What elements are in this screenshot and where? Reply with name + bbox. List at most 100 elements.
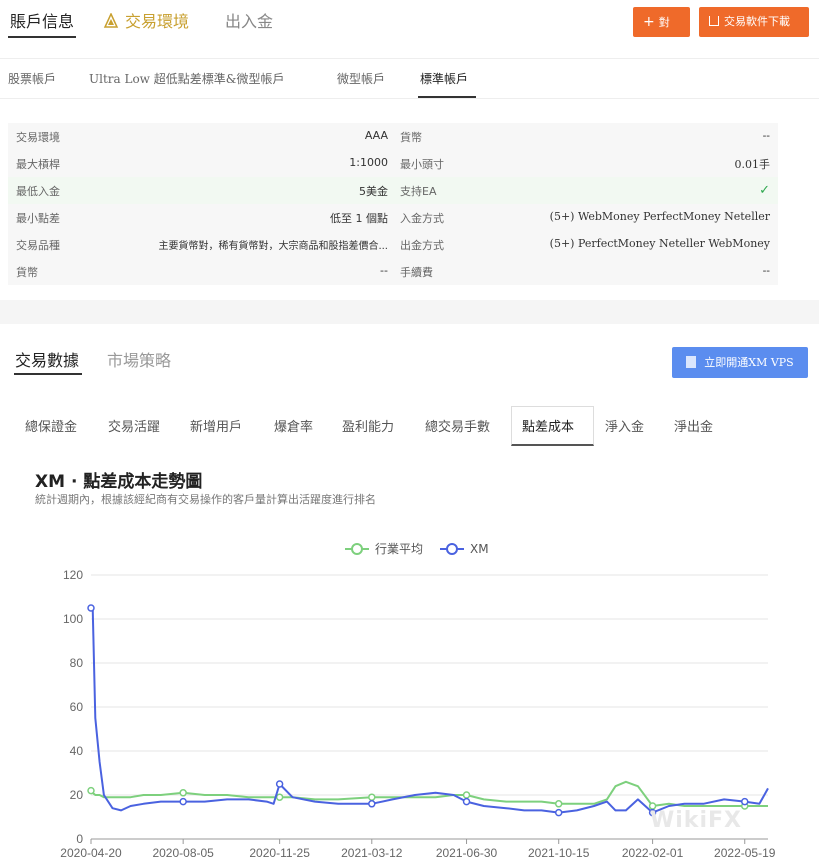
legend-marker bbox=[446, 543, 458, 555]
y-tick-label: 120 bbox=[63, 568, 83, 582]
chart-subtitle: 統計週期內，根據該經紀商有交易操作的客戶量計算出活躍度進行排名 bbox=[35, 493, 376, 506]
tab-stock-account[interactable]: 股票帳戶 bbox=[8, 70, 56, 87]
x-tick-label: 2022-02-01 bbox=[622, 846, 684, 860]
tab-micro-account[interactable]: 微型帳戶 bbox=[337, 70, 385, 87]
data-point bbox=[179, 797, 187, 806]
x-axis: 2020-04-20 2020-08-05 2020-11-25 2021-03-12… bbox=[60, 839, 776, 860]
info-label: 貨幣 bbox=[400, 131, 422, 144]
tab-account-info[interactable]: 賬戶信息 bbox=[10, 8, 74, 32]
data-point bbox=[87, 786, 95, 795]
info-label: 最低入金 bbox=[16, 185, 60, 198]
info-label: 最小頭寸 bbox=[400, 158, 444, 171]
info-value: -- bbox=[380, 264, 388, 277]
info-value: 主要貨幣對，稀有貨幣對，大宗商品和股指差價合... bbox=[158, 241, 388, 252]
info-value: 5美金 bbox=[359, 185, 388, 198]
tab-spread-cost[interactable]: 點差成本 bbox=[522, 416, 574, 435]
account-type-tabs: 股票帳戶 Ultra Low 超低點差標準&微型帳戶 微型帳戶 標準帳戶 bbox=[0, 60, 819, 98]
info-row: 交易品種 主要貨幣對，稀有貨幣對，大宗商品和股指差價合... 出金方式 (5+)… bbox=[8, 231, 778, 258]
vps-button-label: 立即開通XM VPS bbox=[704, 356, 794, 369]
info-row: 最小點差 低至 1 個點 入金方式 (5+) WebMoney PerfectM… bbox=[8, 204, 778, 231]
data-point bbox=[554, 808, 563, 817]
data-point bbox=[740, 797, 749, 806]
watermark-logo: WikiFX bbox=[650, 808, 742, 833]
compare-button[interactable]: + 對比 bbox=[633, 7, 690, 59]
tab-net-withdrawal[interactable]: 淨出金 bbox=[674, 416, 713, 435]
tab-trading-activity[interactable]: 交易活躍 bbox=[108, 416, 160, 435]
server-icon bbox=[686, 356, 697, 368]
environment-icon bbox=[103, 13, 119, 28]
chart-title: XM · 點差成本走勢圖 bbox=[35, 472, 203, 492]
info-label: 最大槓桿 bbox=[16, 158, 60, 171]
x-tick-label: 2022-05-19 bbox=[714, 846, 776, 860]
download-icon bbox=[709, 16, 719, 26]
chart-grid bbox=[91, 574, 768, 840]
info-value: 0.01手 bbox=[734, 158, 771, 171]
y-tick-label: 0 bbox=[76, 832, 83, 846]
data-point bbox=[275, 793, 284, 801]
series-line bbox=[91, 607, 769, 814]
data-point bbox=[554, 800, 563, 808]
info-value: 低至 1 個點 bbox=[330, 212, 388, 225]
y-tick-label: 20 bbox=[70, 788, 84, 802]
chart-series bbox=[87, 604, 769, 817]
x-tick-label: 2021-10-15 bbox=[528, 846, 590, 860]
data-point bbox=[462, 797, 471, 806]
info-value: -- bbox=[762, 129, 770, 142]
y-tick-label: 80 bbox=[70, 656, 84, 670]
data-point bbox=[179, 789, 187, 797]
legend-marker bbox=[351, 543, 363, 555]
tab-profitability[interactable]: 盈利能力 bbox=[342, 416, 394, 435]
tab-ultra-low-account[interactable]: Ultra Low 超低點差標準&微型帳戶 bbox=[89, 70, 284, 87]
info-row: 貨幣 -- 手續費 -- bbox=[8, 258, 778, 285]
data-tab-underline bbox=[14, 373, 82, 375]
info-value: (5+) PerfectMoney Neteller WebMoney bbox=[549, 237, 770, 250]
info-value: (5+) WebMoney PerfectMoney Neteller bbox=[549, 210, 770, 223]
info-label: 支持EA bbox=[400, 185, 437, 198]
x-tick-label: 2021-06-30 bbox=[436, 846, 498, 860]
y-tick-label: 60 bbox=[70, 700, 84, 714]
tab-trading-environment-label: 交易環境 bbox=[125, 12, 190, 31]
divider bbox=[0, 58, 819, 59]
plus-icon: + bbox=[643, 14, 655, 30]
info-value: AAA bbox=[364, 129, 388, 142]
info-value: -- bbox=[762, 264, 770, 277]
info-row: 交易環境 AAA 貨幣 -- bbox=[8, 123, 778, 150]
tab-trading-data[interactable]: 交易數據 bbox=[15, 347, 79, 371]
legend-label: 行業平均 bbox=[375, 542, 423, 556]
info-label: 貨幣 bbox=[16, 266, 38, 279]
info-row: 最低入金 5美金 支持EA ✓ bbox=[8, 177, 778, 204]
tab-new-users[interactable]: 新增用戶 bbox=[190, 416, 242, 435]
x-tick-label: 2020-11-25 bbox=[249, 846, 310, 860]
open-vps-button[interactable]: 立即開通XM VPS bbox=[672, 347, 808, 378]
data-point bbox=[275, 780, 284, 788]
info-row: 最大槓桿 1:1000 最小頭寸 0.01手 bbox=[8, 150, 778, 177]
tab-net-deposit[interactable]: 淨入金 bbox=[605, 416, 644, 435]
tab-total-margin[interactable]: 總保證金 bbox=[25, 416, 77, 435]
tab-standard-account[interactable]: 標準帳戶 bbox=[420, 70, 468, 87]
y-tick-label: 100 bbox=[63, 612, 83, 626]
info-label: 出金方式 bbox=[400, 239, 444, 252]
tab-total-lots[interactable]: 總交易手數 bbox=[425, 416, 490, 435]
info-label: 入金方式 bbox=[400, 212, 444, 225]
active-tab-underline bbox=[8, 36, 76, 38]
divider bbox=[0, 98, 819, 99]
tab-deposit-withdraw[interactable]: 出入金 bbox=[225, 8, 273, 32]
data-point bbox=[87, 604, 95, 612]
data-point bbox=[368, 800, 376, 808]
y-tick-label: 40 bbox=[70, 744, 84, 758]
tab-trading-environment[interactable]: 交易環境 bbox=[103, 8, 189, 32]
tab-market-strategy[interactable]: 市場策略 bbox=[107, 347, 171, 371]
check-icon: ✓ bbox=[759, 183, 770, 198]
chart-legend: 行業平均 XM bbox=[345, 542, 489, 556]
download-software-button[interactable]: 交易軟件下載 bbox=[699, 7, 809, 37]
data-point bbox=[368, 793, 376, 801]
info-label: 最小點差 bbox=[16, 212, 60, 225]
data-point bbox=[462, 791, 471, 799]
download-button-label: 交易軟件下載 bbox=[724, 15, 790, 28]
account-info-table: 交易環境 AAA 貨幣 -- 最大槓桿 1:1000 最小頭寸 0.01手 最低… bbox=[8, 123, 778, 285]
legend-label: XM bbox=[470, 542, 489, 556]
tab-liquidation-rate[interactable]: 爆倉率 bbox=[274, 416, 313, 435]
section-separator bbox=[0, 300, 819, 324]
y-axis: 0 20 40 60 80 100 120 bbox=[63, 568, 83, 846]
info-label: 手續費 bbox=[400, 266, 433, 279]
